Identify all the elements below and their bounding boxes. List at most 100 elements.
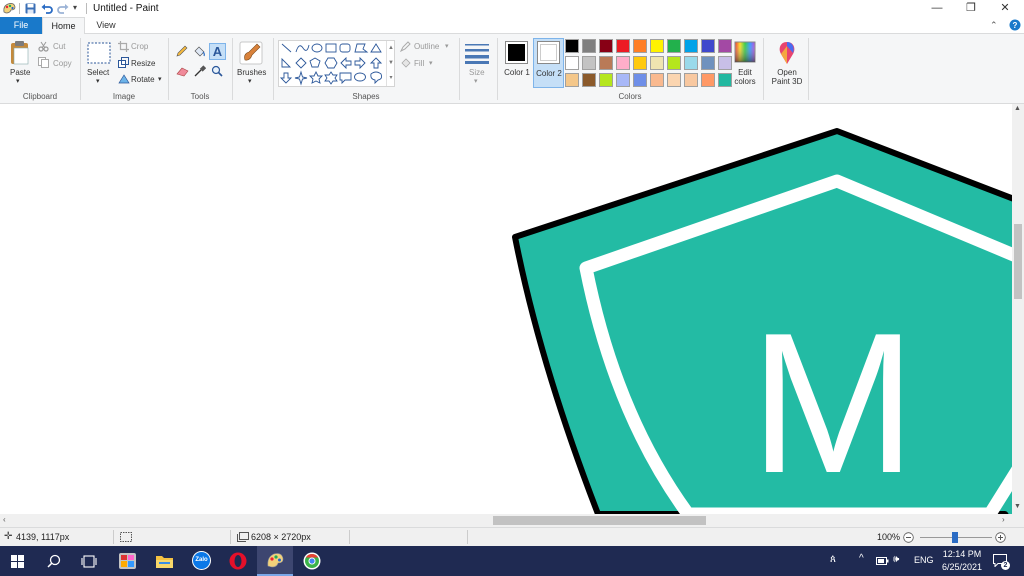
minimize-button[interactable]: — bbox=[920, 0, 954, 17]
vertical-scroll-thumb[interactable] bbox=[1014, 224, 1022, 299]
palette-swatch[interactable] bbox=[599, 56, 613, 70]
text-tool-icon[interactable]: A bbox=[209, 43, 226, 60]
redo-icon[interactable] bbox=[57, 3, 69, 14]
collapse-ribbon-icon[interactable]: ⌃ bbox=[990, 20, 998, 31]
palette-swatch[interactable] bbox=[650, 56, 664, 70]
tab-view[interactable]: View bbox=[85, 17, 127, 34]
palette-swatch[interactable] bbox=[616, 56, 630, 70]
color2-button[interactable]: Color 2 bbox=[533, 38, 564, 88]
outline-button[interactable]: Outline bbox=[414, 42, 439, 51]
tab-home[interactable]: Home bbox=[42, 17, 85, 35]
palette-swatch[interactable] bbox=[616, 73, 630, 87]
fill-button[interactable]: Fill bbox=[414, 59, 424, 68]
palette-swatch[interactable] bbox=[633, 73, 647, 87]
save-icon[interactable] bbox=[25, 3, 36, 14]
zoom-slider-thumb[interactable] bbox=[952, 532, 958, 543]
palette-swatch[interactable] bbox=[633, 56, 647, 70]
open-paint3d-label[interactable]: Open Paint 3D bbox=[768, 68, 806, 86]
resize-button[interactable]: Resize bbox=[131, 59, 155, 68]
battery-icon[interactable] bbox=[876, 556, 889, 566]
palette-swatch[interactable] bbox=[599, 73, 613, 87]
paste-dropdown-icon[interactable]: ▾ bbox=[16, 77, 20, 85]
paste-icon[interactable] bbox=[9, 40, 31, 66]
brushes-icon[interactable] bbox=[239, 40, 264, 66]
edit-colors-label[interactable]: Edit colors bbox=[731, 68, 759, 86]
palette-swatch[interactable] bbox=[667, 56, 681, 70]
palette-swatch[interactable] bbox=[616, 39, 630, 53]
select-icon[interactable] bbox=[87, 42, 111, 64]
language-indicator[interactable]: ENG bbox=[914, 555, 934, 565]
undo-icon[interactable] bbox=[41, 3, 53, 14]
brushes-label[interactable]: Brushes bbox=[237, 68, 266, 77]
scroll-left-icon[interactable]: ‹ bbox=[3, 515, 6, 524]
vertical-scrollbar[interactable]: ▲ ▼ bbox=[1012, 104, 1024, 514]
outline-dropdown-icon[interactable]: ▾ bbox=[445, 42, 449, 50]
fill-bucket-icon[interactable] bbox=[193, 45, 206, 57]
palette-swatch[interactable] bbox=[582, 56, 596, 70]
zoom-out-icon[interactable] bbox=[903, 532, 914, 543]
horizontal-scrollbar[interactable]: ‹ › bbox=[0, 514, 1024, 527]
palette-swatch[interactable] bbox=[701, 56, 715, 70]
shapes-scroll[interactable]: ▲ ▼ ▾ bbox=[386, 41, 395, 86]
paint-taskbar-button[interactable] bbox=[257, 546, 293, 576]
palette-swatch[interactable] bbox=[582, 39, 596, 53]
palette-swatch[interactable] bbox=[667, 73, 681, 87]
opera-icon[interactable] bbox=[229, 552, 247, 570]
select-label[interactable]: Select bbox=[87, 68, 109, 77]
clock-date[interactable]: 6/25/2021 bbox=[939, 562, 985, 572]
paste-label[interactable]: Paste bbox=[10, 68, 30, 77]
palette-swatch[interactable] bbox=[650, 39, 664, 53]
drawing-canvas[interactable]: M bbox=[0, 104, 1012, 514]
palette-swatch[interactable] bbox=[565, 39, 579, 53]
palette-swatch[interactable] bbox=[718, 73, 732, 87]
color-picker-icon[interactable] bbox=[194, 65, 206, 77]
palette-swatch[interactable] bbox=[718, 56, 732, 70]
palette-swatch[interactable] bbox=[684, 73, 698, 87]
rotate-dropdown-icon[interactable]: ▾ bbox=[158, 75, 162, 83]
palette-swatch[interactable] bbox=[667, 39, 681, 53]
task-view-icon[interactable] bbox=[81, 555, 97, 568]
magnifier-icon[interactable] bbox=[211, 65, 223, 77]
close-button[interactable]: ✕ bbox=[988, 0, 1022, 17]
select-dropdown-icon[interactable]: ▾ bbox=[96, 77, 100, 85]
scroll-right-icon[interactable]: › bbox=[1002, 515, 1005, 524]
customize-quick-access-icon[interactable]: ▾ bbox=[73, 3, 77, 12]
scroll-up-icon[interactable]: ▲ bbox=[1014, 105, 1021, 112]
photos-app-icon[interactable] bbox=[119, 553, 136, 569]
pencil-icon[interactable] bbox=[176, 45, 188, 57]
zalo-icon[interactable]: Zalo bbox=[192, 551, 211, 570]
palette-swatch[interactable] bbox=[684, 56, 698, 70]
size-icon[interactable] bbox=[465, 42, 489, 64]
scroll-down-icon[interactable]: ▼ bbox=[1014, 503, 1021, 510]
palette-swatch[interactable] bbox=[701, 73, 715, 87]
eraser-icon[interactable] bbox=[176, 66, 189, 77]
shapes-grid[interactable] bbox=[279, 41, 387, 87]
fill-dropdown-icon[interactable]: ▾ bbox=[429, 59, 433, 67]
edit-colors-icon[interactable] bbox=[734, 41, 756, 63]
people-icon[interactable]: ጰ bbox=[830, 554, 836, 565]
palette-swatch[interactable] bbox=[582, 73, 596, 87]
cut-button[interactable]: Cut bbox=[53, 42, 65, 51]
size-dropdown-icon[interactable]: ▾ bbox=[474, 77, 478, 85]
crop-button[interactable]: Crop bbox=[131, 42, 148, 51]
palette-swatch[interactable] bbox=[701, 39, 715, 53]
paint3d-icon[interactable] bbox=[776, 41, 798, 65]
size-label[interactable]: Size bbox=[469, 68, 485, 77]
tab-file[interactable]: File bbox=[0, 17, 42, 34]
palette-swatch[interactable] bbox=[684, 39, 698, 53]
rotate-button[interactable]: Rotate bbox=[131, 75, 155, 84]
palette-swatch[interactable] bbox=[718, 39, 732, 53]
palette-swatch[interactable] bbox=[565, 73, 579, 87]
horizontal-scroll-thumb[interactable] bbox=[493, 516, 706, 525]
volume-icon[interactable]: 🕪 bbox=[893, 554, 899, 565]
palette-swatch[interactable] bbox=[633, 39, 647, 53]
color1-button[interactable]: Color 1 bbox=[503, 39, 530, 87]
file-explorer-icon[interactable] bbox=[156, 554, 173, 568]
palette-swatch[interactable] bbox=[599, 39, 613, 53]
clock-time[interactable]: 12:14 PM bbox=[942, 549, 982, 559]
copy-button[interactable]: Copy bbox=[53, 59, 72, 68]
search-icon[interactable] bbox=[47, 554, 61, 568]
palette-swatch[interactable] bbox=[565, 56, 579, 70]
palette-swatch[interactable] bbox=[650, 73, 664, 87]
windows-start-icon[interactable] bbox=[11, 555, 24, 568]
